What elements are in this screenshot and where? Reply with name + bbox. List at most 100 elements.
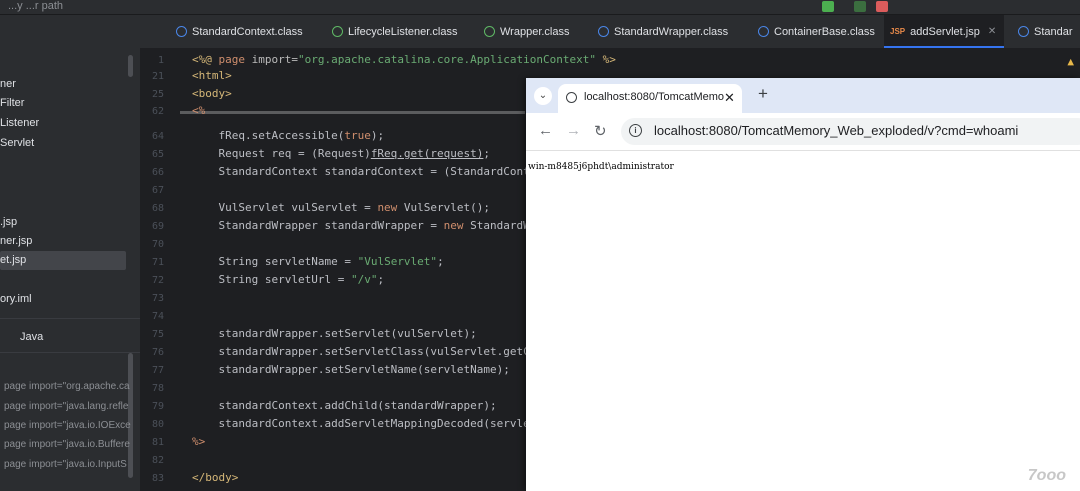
- code-line: Request req = (Request)fReq.get(request)…: [192, 147, 491, 160]
- tab-wrapper[interactable]: Wrapper.class: [484, 15, 570, 48]
- stop-icon[interactable]: [876, 1, 888, 12]
- class-icon: [176, 26, 187, 37]
- interface-icon: [332, 26, 343, 37]
- code-line: <body>: [192, 87, 232, 100]
- tab-standardcontext[interactable]: StandardContext.class: [176, 15, 303, 48]
- forward-icon[interactable]: →: [566, 122, 581, 139]
- browser-tab[interactable]: localhost:8080/TomcatMemo ✕: [558, 84, 742, 113]
- code-line: <%: [192, 104, 206, 117]
- sidebar-scrollbar-lower[interactable]: [128, 353, 133, 478]
- line-number: 66: [151, 167, 164, 178]
- back-icon[interactable]: ←: [538, 122, 553, 139]
- new-tab-button[interactable]: +: [758, 84, 768, 104]
- close-icon[interactable]: ✕: [724, 90, 735, 106]
- code-line: VulServlet vulServlet = new VulServlet()…: [192, 201, 491, 214]
- code-line: String servletUrl = "/v";: [192, 273, 385, 286]
- jsp-icon: JSP: [890, 27, 906, 36]
- sidebar-item-jsp[interactable]: .jsp: [0, 216, 17, 228]
- run-icon[interactable]: [822, 1, 834, 12]
- sidebar-item-iml[interactable]: ory.iml: [0, 293, 32, 305]
- browser-window: ⌄ localhost:8080/TomcatMemo ✕ + ← → ↻ i …: [526, 78, 1080, 491]
- sidebar-item-listener-jsp[interactable]: ner.jsp: [0, 235, 32, 247]
- code-line: StandardWrapper standardWrapper = new St…: [192, 219, 530, 232]
- tab-label: Wrapper.class: [500, 25, 570, 38]
- line-number: 75: [151, 329, 164, 340]
- line-number: 67: [151, 185, 164, 196]
- sidebar-item-listener-2[interactable]: Listener: [0, 117, 39, 129]
- line-number: 77: [151, 365, 164, 376]
- tab-label: StandardContext.class: [192, 25, 303, 38]
- tab-standardwrapper[interactable]: StandardWrapper.class: [598, 15, 728, 48]
- line-number: 79: [151, 401, 164, 412]
- structure-item[interactable]: page import="org.apache.ca: [4, 381, 130, 392]
- tab-standard-more[interactable]: Standar: [1018, 15, 1073, 48]
- line-number: 76: [151, 347, 164, 358]
- class-icon: [758, 26, 769, 37]
- line-number: 70: [151, 239, 164, 250]
- tab-label: Standar: [1034, 25, 1073, 38]
- line-number: 65: [151, 149, 164, 160]
- sidebar-item-java[interactable]: Java: [20, 331, 43, 343]
- project-sidebar: ner Filter Listener Servlet .jsp ner.jsp…: [0, 15, 141, 491]
- globe-icon: [566, 92, 577, 103]
- tab-label: LifecycleListener.class: [348, 25, 458, 38]
- tab-lifecyclelistener[interactable]: LifecycleListener.class: [332, 15, 457, 48]
- address-bar[interactable]: i localhost:8080/TomcatMemory_Web_explod…: [621, 118, 1080, 145]
- code-line: </body>: [192, 471, 239, 484]
- structure-item[interactable]: page import="java.io.IOExce: [4, 420, 131, 431]
- info-icon[interactable]: i: [629, 124, 642, 137]
- line-number: 73: [151, 293, 164, 304]
- interface-icon: [484, 26, 495, 37]
- sidebar-item-servlet-jsp[interactable]: et.jsp: [0, 254, 26, 266]
- close-icon[interactable]: ✕: [988, 26, 996, 37]
- class-icon: [1018, 26, 1029, 37]
- tab-containerbase[interactable]: ContainerBase.class: [758, 15, 875, 48]
- tab-addservlet-jsp[interactable]: JSP addServlet.jsp ✕: [884, 15, 1005, 48]
- reload-icon[interactable]: ↻: [594, 122, 607, 140]
- code-line: <%@ page import="org.apache.catalina.cor…: [192, 53, 616, 66]
- structure-item[interactable]: page import="java.io.Buffere: [4, 439, 130, 450]
- line-number-gutter: 1 21 25 62 64 65 66 67 68 69 70 71 72 73…: [140, 49, 180, 491]
- title-bar: ...y ...r path: [0, 0, 1080, 15]
- code-line: standardWrapper.setServletName(servletNa…: [192, 363, 510, 376]
- line-number: 78: [151, 383, 164, 394]
- tab-label: addServlet.jsp: [910, 25, 980, 38]
- line-number: 72: [151, 275, 164, 286]
- page-output: win-m8485j6phdt\administrator: [528, 162, 674, 172]
- browser-tab-strip: ⌄ localhost:8080/TomcatMemo ✕ +: [526, 78, 1080, 113]
- editor-tabs: StandardContext.class LifecycleListener.…: [140, 15, 1080, 49]
- sidebar-divider-2: [0, 352, 140, 353]
- line-number: 82: [151, 455, 164, 466]
- line-number: 80: [151, 419, 164, 430]
- line-number: 21: [151, 71, 164, 82]
- line-number: 81: [151, 437, 164, 448]
- line-number: 68: [151, 203, 164, 214]
- sidebar-item-listener[interactable]: ner: [0, 78, 16, 90]
- sidebar-item-filter[interactable]: Filter: [0, 97, 24, 109]
- watermark: 7ooo: [1027, 467, 1066, 484]
- sidebar-scrollbar[interactable]: [128, 55, 133, 77]
- line-number: 74: [151, 311, 164, 322]
- title-bar-text: ...y ...r path: [8, 0, 64, 12]
- line-number: 83: [151, 473, 164, 484]
- warning-icon[interactable]: ▲: [1067, 55, 1074, 68]
- structure-item[interactable]: page import="java.io.InputS: [4, 459, 127, 470]
- line-number: 62: [151, 106, 164, 117]
- tab-label: StandardWrapper.class: [614, 25, 729, 38]
- url-text[interactable]: localhost:8080/TomcatMemory_Web_exploded…: [654, 123, 1018, 138]
- code-line: standardContext.addServletMappingDecoded…: [192, 417, 530, 430]
- code-line: StandardContext standardContext = (Stand…: [192, 165, 530, 178]
- code-line: standardContext.addChild(standardWrapper…: [192, 399, 497, 412]
- line-number: 69: [151, 221, 164, 232]
- line-number: 71: [151, 257, 164, 268]
- tab-label: ContainerBase.class: [774, 25, 875, 38]
- tab-search-icon[interactable]: ⌄: [534, 87, 552, 105]
- debug-icon[interactable]: [854, 1, 866, 12]
- code-line: String servletName = "VulServlet";: [192, 255, 444, 268]
- structure-item[interactable]: page import="java.lang.refle: [4, 401, 128, 412]
- code-line: fReq.setAccessible(true);: [192, 129, 385, 142]
- class-icon: [598, 26, 609, 37]
- line-number: 64: [151, 131, 164, 142]
- code-line: standardWrapper.setServletClass(vulServl…: [192, 345, 530, 358]
- sidebar-item-servlet[interactable]: Servlet: [0, 137, 34, 149]
